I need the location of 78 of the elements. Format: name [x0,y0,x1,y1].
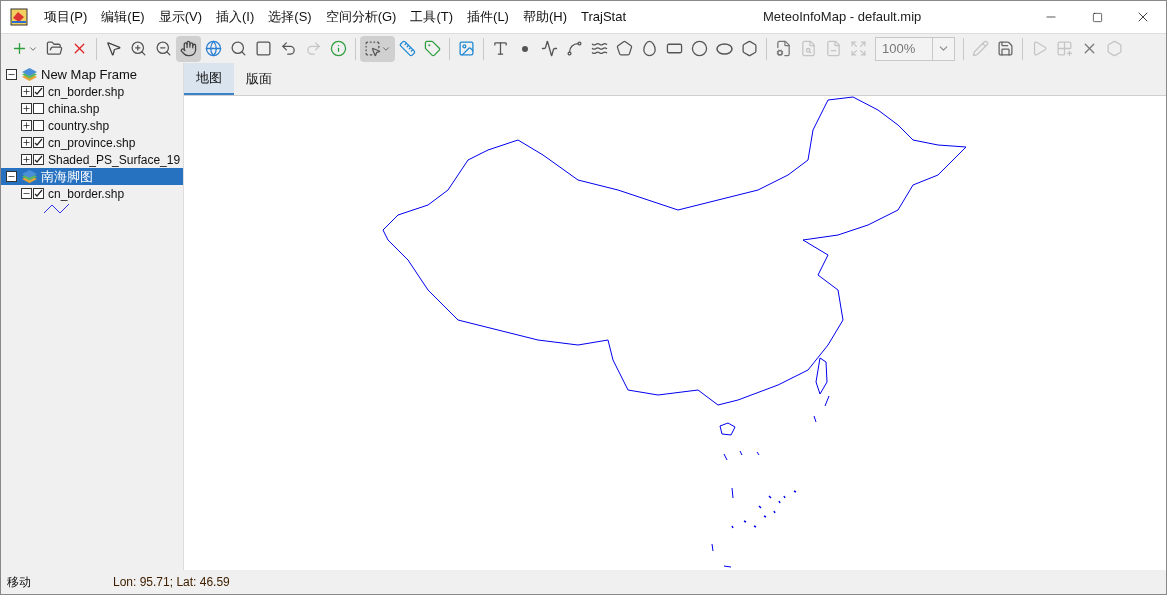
menu-item[interactable]: 插入(I) [209,7,262,27]
rectangle-zoom-icon [255,40,272,57]
save-icon [997,40,1014,57]
play-icon [1031,40,1048,57]
layer-item[interactable]: cn_province.shp [1,134,183,151]
point-icon [522,45,528,52]
redo-icon [305,40,322,57]
status-coordinates: Lon: 95.71; Lat: 46.59 [113,574,230,591]
expander-icon[interactable] [6,69,17,80]
expander-icon[interactable] [21,188,32,199]
tool-button[interactable] [360,35,395,62]
image-icon [458,40,475,57]
selection-icon [364,40,381,57]
menu-item[interactable]: 帮助(H) [515,7,574,27]
map-frame-item[interactable]: New Map Frame [1,66,183,83]
menu-item[interactable]: 显示(V) [151,7,210,27]
layer-checkbox[interactable] [33,188,44,199]
page-zoom-out-icon [825,40,842,57]
map-frame-item[interactable]: 南海脚图 [1,168,183,185]
globe-icon [205,40,222,57]
page-zoom-in-icon [800,40,817,57]
window-title: MeteoInfoMap - default.mip [763,8,922,27]
view-tab[interactable]: 版面 [234,63,284,95]
layer-item[interactable]: country.shp [1,117,183,134]
layer-checkbox[interactable] [33,154,44,165]
layer-checkbox[interactable] [33,120,44,131]
maximize-icon [1091,11,1103,23]
menu-item[interactable]: 项目(P) [37,7,95,27]
layer-item[interactable]: Shaded_PS_Surface_19 [1,151,183,168]
fit-page-icon [850,40,867,57]
menu-item[interactable]: 编辑(E) [94,7,152,27]
layer-checkbox[interactable] [33,103,44,114]
blob-icon [641,40,658,57]
line-symbol-icon [43,202,71,214]
curve-icon [591,40,608,57]
layer-item[interactable]: cn_border.shp [1,185,183,202]
zoom-in-icon [130,40,147,57]
view-tab[interactable]: 地图 [184,63,234,95]
layer-checkbox[interactable] [33,137,44,148]
polyline-icon [541,40,558,57]
app-logo-icon [10,8,28,26]
expander-icon[interactable] [21,154,32,165]
tool-button[interactable] [176,35,201,62]
info-icon [330,40,347,57]
menu-item[interactable]: 空间分析(G) [318,7,404,27]
expander-icon[interactable] [21,86,32,97]
expander-icon[interactable] [21,137,32,148]
add-icon [11,40,28,57]
menu-item[interactable]: 选择(S) [261,7,319,27]
zoom-out-icon [155,40,172,57]
pointer-icon [105,40,122,57]
hand-icon [180,40,197,57]
menu-item[interactable]: 工具(T) [403,7,461,27]
layer-checkbox[interactable] [33,86,44,97]
layers-icon [21,169,38,184]
expander-icon[interactable] [21,120,32,131]
layer-item[interactable]: china.shp [1,100,183,117]
zoom-combo[interactable]: 100% [875,36,955,61]
folder-icon [46,40,63,57]
menu-item[interactable]: 插件(L) [460,7,516,27]
expander-icon[interactable] [6,171,17,182]
expander-icon[interactable] [21,103,32,114]
text-icon [492,40,509,57]
status-mode: 移动 [6,574,32,591]
add-feature-icon [1056,40,1073,57]
layer-item[interactable]: cn_border.shp [1,83,183,100]
layers-icon [21,67,38,82]
pencil-icon [972,40,989,57]
ellipse-icon [716,42,733,55]
measure-icon [399,40,416,57]
document-settings-icon [775,40,792,57]
polygon-icon [616,40,633,57]
undo-icon [280,40,297,57]
tag-icon [424,40,441,57]
freehand-icon [566,40,583,57]
circle-icon [691,40,708,57]
menu-item[interactable]: TrajStat [574,7,633,27]
search-icon [230,40,247,57]
